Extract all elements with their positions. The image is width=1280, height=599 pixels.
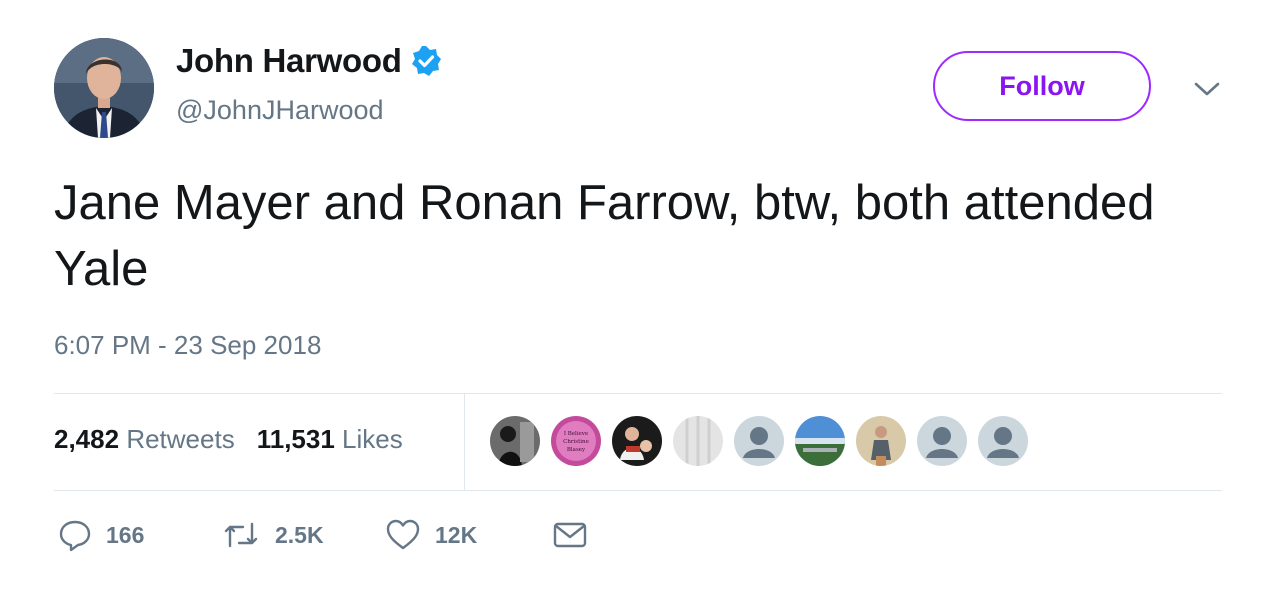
likes-label: Likes xyxy=(342,424,403,454)
reply-button[interactable]: 166 xyxy=(58,518,221,552)
author-name[interactable]: John Harwood xyxy=(176,42,442,80)
retweets-stat[interactable]: 2,482 Retweets xyxy=(54,424,235,455)
divider xyxy=(54,393,1222,394)
photo-avatar-icon xyxy=(856,416,906,466)
retweets-label: Retweets xyxy=(126,424,235,454)
verified-badge-icon xyxy=(411,46,441,76)
svg-text:I Believe: I Believe xyxy=(564,431,588,437)
default-avatar-icon xyxy=(978,416,1028,466)
liker-avatar[interactable] xyxy=(978,416,1028,466)
default-avatar-icon xyxy=(734,416,784,466)
svg-text:Christine: Christine xyxy=(563,439,589,445)
likes-count: 11,531 xyxy=(256,424,335,454)
likes-stat[interactable]: 11,531 Likes xyxy=(257,424,403,455)
svg-text:Blasey: Blasey xyxy=(567,447,586,453)
retweet-button[interactable]: 2.5K xyxy=(221,518,385,552)
tweet-actions: 166 2.5K 12K xyxy=(58,518,588,552)
liker-avatar[interactable] xyxy=(490,416,540,466)
like-button[interactable]: 12K xyxy=(385,518,552,552)
liker-avatar[interactable] xyxy=(917,416,967,466)
like-count: 12K xyxy=(435,521,478,548)
liked-by-avatars: I Believe Christine Blasey xyxy=(490,416,1028,466)
photo-avatar-icon xyxy=(612,416,662,466)
tweet-text: Jane Mayer and Ronan Farrow, btw, both a… xyxy=(54,176,1155,296)
liker-avatar[interactable]: I Believe Christine Blasey xyxy=(551,416,601,466)
default-avatar-icon xyxy=(917,416,967,466)
liker-avatar[interactable] xyxy=(734,416,784,466)
landscape-avatar-icon xyxy=(795,416,845,466)
heart-icon xyxy=(386,519,420,550)
retweet-icon xyxy=(224,522,258,548)
liker-avatar[interactable] xyxy=(856,416,906,466)
stats-divider xyxy=(464,394,465,490)
profile-photo-icon xyxy=(54,38,154,138)
envelope-icon xyxy=(553,522,587,548)
author-name-text: John Harwood xyxy=(176,42,402,79)
direct-message-button[interactable] xyxy=(552,520,588,550)
reply-icon xyxy=(59,520,91,552)
retweet-count: 2.5K xyxy=(275,521,324,548)
tweet-stats: 2,482 Retweets 11,531 Likes xyxy=(54,424,403,455)
button-avatar-icon: I Believe Christine Blasey xyxy=(551,416,601,466)
liker-avatar[interactable] xyxy=(795,416,845,466)
author-handle[interactable]: @JohnJHarwood xyxy=(176,95,384,126)
divider xyxy=(54,490,1222,491)
chevron-down-icon[interactable] xyxy=(1192,78,1222,100)
author-avatar[interactable] xyxy=(54,38,154,138)
retweets-count: 2,482 xyxy=(54,424,120,454)
photo-avatar-icon xyxy=(490,416,540,466)
liker-avatar[interactable] xyxy=(673,416,723,466)
liker-avatar[interactable] xyxy=(612,416,662,466)
follow-button[interactable]: Follow xyxy=(933,51,1151,121)
pattern-avatar-icon xyxy=(673,416,723,466)
tweet-timestamp[interactable]: 6:07 PM - 23 Sep 2018 xyxy=(54,330,321,361)
reply-count: 166 xyxy=(106,521,145,548)
